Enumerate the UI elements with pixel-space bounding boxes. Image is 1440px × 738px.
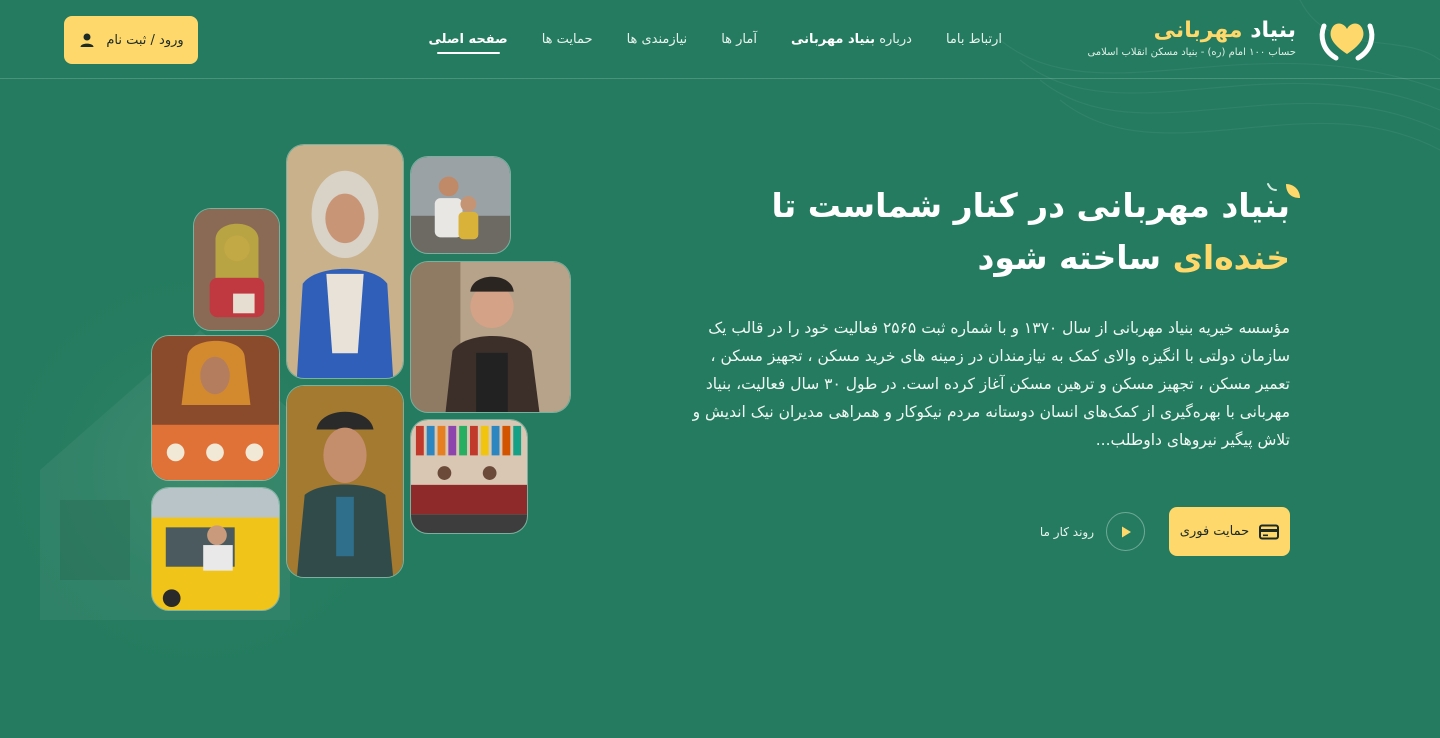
heart-hands-icon bbox=[1319, 23, 1375, 61]
instant-support-label: حمایت فوری bbox=[1179, 524, 1250, 539]
hero-title-line2: ساخته شود bbox=[977, 238, 1162, 277]
instant-support-button[interactable]: حمایت فوری bbox=[1169, 507, 1290, 556]
login-register-label: ورود / ثبت نام bbox=[106, 32, 184, 48]
hero-title-line1: بنیاد مهربانی در کنار شماست تا bbox=[771, 186, 1290, 225]
nav-item-stats[interactable]: آمار ها bbox=[721, 0, 757, 79]
nav-about-bold: بنیاد مهربانی bbox=[790, 32, 876, 47]
play-icon bbox=[1121, 526, 1131, 537]
play-button[interactable] bbox=[1106, 512, 1145, 551]
hero-title-highlight: خنده‌ای bbox=[1172, 238, 1290, 277]
photo-elderly-man bbox=[286, 385, 404, 578]
login-register-button[interactable]: ورود / ثبت نام bbox=[64, 16, 198, 64]
nav-item-supports[interactable]: حمایت ها bbox=[542, 0, 593, 79]
nav-item-needs[interactable]: نیازمندی ها bbox=[627, 0, 688, 79]
brand-name-part1: بنیاد bbox=[1250, 18, 1296, 43]
our-process-label: روند کار ما bbox=[1039, 524, 1094, 539]
hero-title: بنیاد مهربانی در کنار شماست تا خنده‌ای س… bbox=[690, 180, 1300, 284]
user-icon bbox=[80, 33, 94, 47]
nav-about-prefix: درباره bbox=[879, 32, 912, 47]
photo-father-son bbox=[410, 156, 511, 254]
photo-elderly-woman bbox=[151, 335, 280, 481]
brand-logo[interactable]: بنیاد مهربانی حساب ۱۰۰ امام (ره) - بنیاد… bbox=[1087, 14, 1376, 64]
brand-name-part2: مهربانی bbox=[1153, 18, 1243, 43]
hero-description: مؤسسه خیریه بنیاد مهربانی از سال ۱۳۷۰ و … bbox=[692, 319, 1290, 449]
brand-text: بنیاد مهربانی حساب ۱۰۰ امام (ره) - بنیاد… bbox=[1087, 17, 1296, 61]
brand-subtitle: حساب ۱۰۰ امام (ره) - بنیاد مسکن انقلاب ا… bbox=[1087, 47, 1296, 58]
hero-actions: حمایت فوری روند کار ما bbox=[1040, 507, 1290, 556]
photo-weaving-shop bbox=[410, 419, 528, 534]
photo-young-man bbox=[410, 261, 571, 413]
photo-girl-child bbox=[193, 208, 280, 331]
leaf-decoration-icon bbox=[1267, 183, 1300, 198]
hero-section: بنیاد مهربانی در کنار شماست تا خنده‌ای س… bbox=[690, 180, 1300, 454]
photo-woman-scarf bbox=[286, 144, 404, 379]
photo-taxi-driver bbox=[151, 487, 280, 611]
main-nav: صفحه اصلی حمایت ها نیازمندی ها آمار ها د… bbox=[429, 0, 1002, 79]
nav-item-about[interactable]: درباره بنیاد مهربانی bbox=[791, 0, 912, 79]
site-header: بنیاد مهربانی حساب ۱۰۰ امام (ره) - بنیاد… bbox=[0, 0, 1440, 79]
card-icon bbox=[1259, 524, 1280, 539]
brand-name: بنیاد مهربانی bbox=[1087, 17, 1296, 45]
nav-item-contact[interactable]: ارتباط باما bbox=[946, 0, 1002, 79]
nav-item-home[interactable]: صفحه اصلی bbox=[429, 0, 508, 79]
our-process-link[interactable]: روند کار ما bbox=[1040, 512, 1145, 551]
